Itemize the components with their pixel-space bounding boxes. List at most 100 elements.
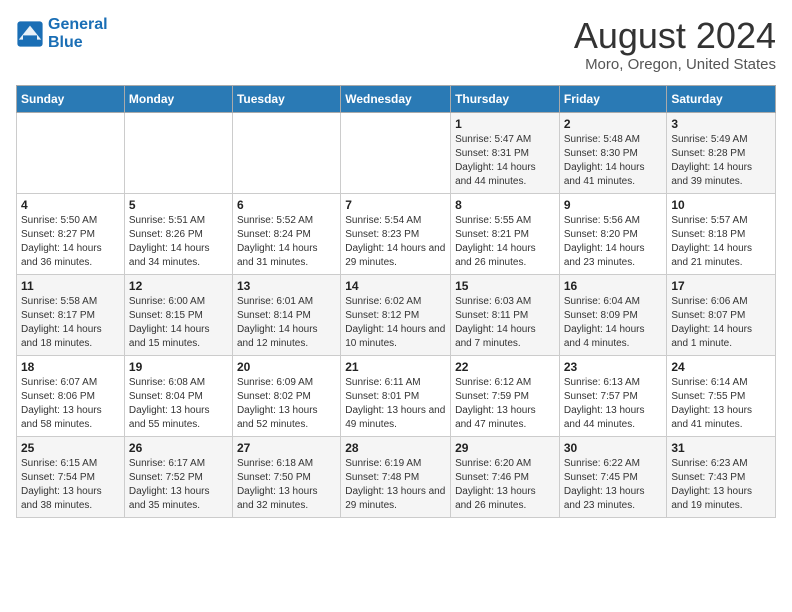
calendar-cell: 3 Sunrise: 5:49 AM Sunset: 8:28 PM Daylig… (667, 112, 776, 193)
calendar-cell: 12 Sunrise: 6:00 AM Sunset: 8:15 PM Dayli… (124, 274, 232, 355)
day-info: Sunrise: 5:49 AM Sunset: 8:28 PM Dayligh… (671, 133, 771, 189)
day-info: Sunrise: 6:23 AM Sunset: 7:43 PM Dayligh… (671, 457, 771, 513)
calendar-cell: 8 Sunrise: 5:55 AM Sunset: 8:21 PM Daylig… (451, 193, 560, 274)
calendar-cell: 23 Sunrise: 6:13 AM Sunset: 7:57 PM Dayli… (559, 355, 667, 436)
calendar-cell: 24 Sunrise: 6:14 AM Sunset: 7:55 PM Dayli… (667, 355, 776, 436)
calendar-cell: 14Sunrise: 6:02 AM Sunset: 8:12 PM Dayli… (341, 274, 451, 355)
day-info: Sunrise: 6:20 AM Sunset: 7:46 PM Dayligh… (455, 457, 555, 513)
header-day: Monday (124, 85, 232, 112)
day-info: Sunrise: 5:48 AM Sunset: 8:30 PM Dayligh… (564, 133, 663, 189)
calendar-cell (17, 112, 125, 193)
day-number: 25 (21, 441, 120, 455)
day-number: 22 (455, 360, 555, 374)
calendar-cell: 29Sunrise: 6:20 AM Sunset: 7:46 PM Dayli… (451, 436, 560, 517)
day-info: Sunrise: 6:07 AM Sunset: 8:06 PM Dayligh… (21, 376, 120, 432)
calendar-cell: 27 Sunrise: 6:18 AM Sunset: 7:50 PM Dayli… (232, 436, 340, 517)
day-number: 27 (237, 441, 336, 455)
day-number: 19 (129, 360, 228, 374)
header-day: Saturday (667, 85, 776, 112)
calendar-cell: 21 Sunrise: 6:11 AM Sunset: 8:01 PM Dayli… (341, 355, 451, 436)
day-number: 10 (671, 198, 771, 212)
calendar-cell: 30Sunrise: 6:22 AM Sunset: 7:45 PM Dayli… (559, 436, 667, 517)
day-number: 20 (237, 360, 336, 374)
day-info: Sunrise: 5:55 AM Sunset: 8:21 PM Dayligh… (455, 214, 555, 270)
day-info: Sunrise: 5:47 AM Sunset: 8:31 PM Dayligh… (455, 133, 555, 189)
day-info: Sunrise: 6:15 AM Sunset: 7:54 PM Dayligh… (21, 457, 120, 513)
calendar-cell: 7 Sunrise: 5:54 AM Sunset: 8:23 PM Daylig… (341, 193, 451, 274)
calendar-week-row: 18Sunrise: 6:07 AM Sunset: 8:06 PM Dayli… (17, 355, 776, 436)
day-number: 12 (129, 279, 228, 293)
day-number: 30 (564, 441, 663, 455)
day-info: Sunrise: 5:57 AM Sunset: 8:18 PM Dayligh… (671, 214, 771, 270)
day-info: Sunrise: 6:14 AM Sunset: 7:55 PM Dayligh… (671, 376, 771, 432)
calendar-cell (341, 112, 451, 193)
day-number: 21 (345, 360, 446, 374)
page-header: General Blue August 2024 Moro, Oregon, U… (16, 16, 776, 73)
calendar-cell: 10 Sunrise: 5:57 AM Sunset: 8:18 PM Dayli… (667, 193, 776, 274)
day-number: 2 (564, 117, 663, 131)
calendar-title: August 2024 (574, 16, 776, 56)
calendar-cell: 2 Sunrise: 5:48 AM Sunset: 8:30 PM Daylig… (559, 112, 667, 193)
day-info: Sunrise: 5:52 AM Sunset: 8:24 PM Dayligh… (237, 214, 336, 270)
day-number: 15 (455, 279, 555, 293)
day-number: 14 (345, 279, 446, 293)
day-number: 17 (671, 279, 771, 293)
header-day: Tuesday (232, 85, 340, 112)
day-info: Sunrise: 6:04 AM Sunset: 8:09 PM Dayligh… (564, 295, 663, 351)
day-number: 26 (129, 441, 228, 455)
day-info: Sunrise: 6:03 AM Sunset: 8:11 PM Dayligh… (455, 295, 555, 351)
header-day: Sunday (17, 85, 125, 112)
day-number: 1 (455, 117, 555, 131)
day-info: Sunrise: 6:00 AM Sunset: 8:15 PM Dayligh… (129, 295, 228, 351)
calendar-cell: 6 Sunrise: 5:52 AM Sunset: 8:24 PM Daylig… (232, 193, 340, 274)
day-number: 28 (345, 441, 446, 455)
calendar-week-row: 1 Sunrise: 5:47 AM Sunset: 8:31 PM Daylig… (17, 112, 776, 193)
day-number: 6 (237, 198, 336, 212)
day-info: Sunrise: 6:01 AM Sunset: 8:14 PM Dayligh… (237, 295, 336, 351)
day-number: 16 (564, 279, 663, 293)
day-number: 24 (671, 360, 771, 374)
day-info: Sunrise: 6:08 AM Sunset: 8:04 PM Dayligh… (129, 376, 228, 432)
calendar-week-row: 11Sunrise: 5:58 AM Sunset: 8:17 PM Dayli… (17, 274, 776, 355)
day-number: 7 (345, 198, 446, 212)
day-info: Sunrise: 5:50 AM Sunset: 8:27 PM Dayligh… (21, 214, 120, 270)
calendar-week-row: 25 Sunrise: 6:15 AM Sunset: 7:54 PM Dayli… (17, 436, 776, 517)
calendar-cell: 20Sunrise: 6:09 AM Sunset: 8:02 PM Dayli… (232, 355, 340, 436)
day-number: 31 (671, 441, 771, 455)
calendar-cell: 31 Sunrise: 6:23 AM Sunset: 7:43 PM Dayli… (667, 436, 776, 517)
calendar-cell: 11Sunrise: 5:58 AM Sunset: 8:17 PM Dayli… (17, 274, 125, 355)
day-number: 9 (564, 198, 663, 212)
day-info: Sunrise: 6:18 AM Sunset: 7:50 PM Dayligh… (237, 457, 336, 513)
calendar-cell: 16 Sunrise: 6:04 AM Sunset: 8:09 PM Dayli… (559, 274, 667, 355)
day-info: Sunrise: 6:11 AM Sunset: 8:01 PM Dayligh… (345, 376, 446, 432)
day-info: Sunrise: 6:13 AM Sunset: 7:57 PM Dayligh… (564, 376, 663, 432)
calendar-body: 1 Sunrise: 5:47 AM Sunset: 8:31 PM Daylig… (17, 112, 776, 517)
logo-icon (16, 20, 44, 48)
header-day: Thursday (451, 85, 560, 112)
day-number: 3 (671, 117, 771, 131)
calendar-cell (124, 112, 232, 193)
logo-text: General Blue (48, 16, 108, 51)
day-info: Sunrise: 6:06 AM Sunset: 8:07 PM Dayligh… (671, 295, 771, 351)
day-number: 23 (564, 360, 663, 374)
day-info: Sunrise: 5:51 AM Sunset: 8:26 PM Dayligh… (129, 214, 228, 270)
day-info: Sunrise: 5:54 AM Sunset: 8:23 PM Dayligh… (345, 214, 446, 270)
day-number: 5 (129, 198, 228, 212)
day-number: 13 (237, 279, 336, 293)
day-info: Sunrise: 5:56 AM Sunset: 8:20 PM Dayligh… (564, 214, 663, 270)
calendar-cell (232, 112, 340, 193)
calendar-cell: 13 Sunrise: 6:01 AM Sunset: 8:14 PM Dayli… (232, 274, 340, 355)
calendar-cell: 28Sunrise: 6:19 AM Sunset: 7:48 PM Dayli… (341, 436, 451, 517)
calendar-week-row: 4Sunrise: 5:50 AM Sunset: 8:27 PM Daylig… (17, 193, 776, 274)
header-day: Wednesday (341, 85, 451, 112)
logo: General Blue (16, 16, 108, 51)
calendar-cell: 4Sunrise: 5:50 AM Sunset: 8:27 PM Daylig… (17, 193, 125, 274)
calendar-header: SundayMondayTuesdayWednesdayThursdayFrid… (17, 85, 776, 112)
calendar-cell: 15 Sunrise: 6:03 AM Sunset: 8:11 PM Dayli… (451, 274, 560, 355)
calendar-cell: 26 Sunrise: 6:17 AM Sunset: 7:52 PM Dayli… (124, 436, 232, 517)
title-block: August 2024 Moro, Oregon, United States (574, 16, 776, 73)
calendar-cell: 5 Sunrise: 5:51 AM Sunset: 8:26 PM Daylig… (124, 193, 232, 274)
day-number: 8 (455, 198, 555, 212)
day-info: Sunrise: 6:17 AM Sunset: 7:52 PM Dayligh… (129, 457, 228, 513)
header-day: Friday (559, 85, 667, 112)
